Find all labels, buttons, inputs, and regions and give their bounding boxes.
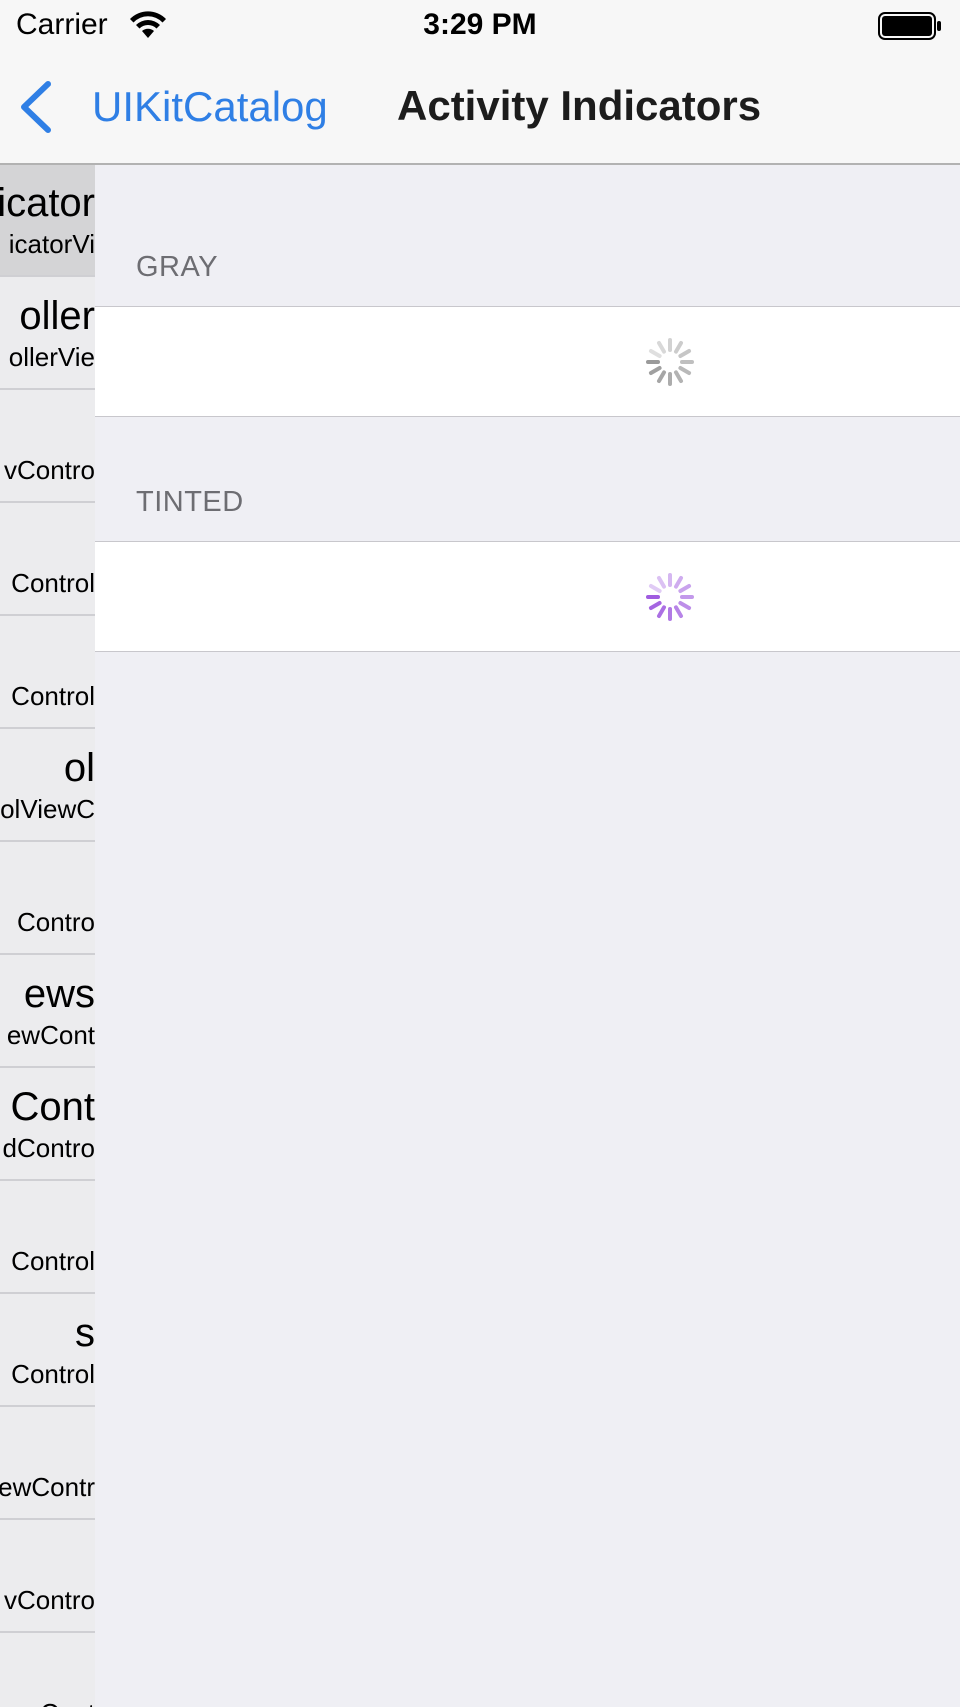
- sidebar-item[interactable]: Control: [0, 1182, 95, 1294]
- sidebar-item-subtitle: Control: [11, 1246, 95, 1276]
- sidebar-item-subtitle: icatorVi: [8, 229, 95, 259]
- spinner-spoke: [648, 601, 662, 610]
- sidebar-item[interactable]: vContro: [0, 391, 95, 503]
- navigation-bar: UIKitCatalog Activity Indicators: [0, 54, 960, 165]
- section-header-tinted: TINTED: [136, 486, 244, 518]
- sidebar-item-subtitle: vContro: [3, 1585, 95, 1615]
- sidebar-item-title: oller: [19, 294, 95, 338]
- spinner-spoke: [674, 370, 683, 384]
- battery-icon: [878, 12, 941, 40]
- tinted-indicator-cell: [95, 541, 960, 652]
- sidebar-item-subtitle: Contro: [16, 907, 95, 937]
- spinner-spoke: [678, 366, 692, 375]
- sidebar-item-subtitle: dContro: [2, 1133, 96, 1163]
- spinner-spoke: [678, 349, 692, 358]
- sidebar-item[interactable]: ewCont: [0, 1634, 95, 1707]
- activity-indicator-tinted-icon: [646, 573, 694, 621]
- sidebar-item[interactable]: Contro: [0, 843, 95, 955]
- back-button-label: UIKitCatalog: [92, 83, 328, 130]
- sidebar-item-title: icator: [0, 181, 95, 225]
- spinner-spoke: [674, 340, 683, 354]
- sidebar-item-subtitle: ollerVie: [8, 342, 95, 372]
- sidebar-item-subtitle: ewContr: [0, 1472, 95, 1502]
- spinner-spoke: [657, 370, 666, 384]
- sidebar-item[interactable]: ewContr: [0, 1408, 95, 1520]
- sidebar-item-subtitle: olViewC: [0, 794, 95, 824]
- sidebar-item-subtitle: Control: [11, 681, 95, 711]
- sidebar-item-activity-indicators[interactable]: icator icatorVi: [0, 165, 95, 277]
- spinner-spoke: [674, 605, 683, 619]
- sidebar-item-page-control[interactable]: ol olViewC: [0, 730, 95, 842]
- spinner-spoke: [657, 605, 666, 619]
- section-header-gray: GRAY: [136, 251, 219, 283]
- sidebar-item-title: ews: [23, 972, 95, 1016]
- sidebar-item-subtitle: ewCont: [7, 1698, 95, 1707]
- page-title: Activity Indicators: [397, 82, 762, 129]
- activity-indicator-gray-icon: [646, 338, 694, 386]
- back-button[interactable]: UIKitCatalog: [16, 72, 328, 142]
- sidebar-item-title: s: [75, 1311, 95, 1355]
- sidebar-item-picker-views[interactable]: ews ewCont: [0, 956, 95, 1068]
- sidebar-item-segmented-controls[interactable]: Cont dContro: [0, 1069, 95, 1181]
- spinner-spoke: [648, 366, 662, 375]
- sidebar-item-alert-controller[interactable]: oller ollerVie: [0, 278, 95, 390]
- sidebar-item-switches[interactable]: s Control: [0, 1295, 95, 1407]
- master-list: icator icatorVi oller ollerVie vContro C…: [0, 165, 95, 1707]
- spinner-spoke: [648, 584, 662, 593]
- sidebar-item-title: ol: [63, 746, 95, 790]
- sidebar-item-subtitle: Control: [11, 568, 95, 598]
- sidebar-item-subtitle: Control: [11, 1359, 95, 1389]
- spinner-spoke: [648, 349, 662, 358]
- spinner-spoke: [657, 340, 666, 354]
- spinner-spoke: [678, 601, 692, 610]
- sidebar-item[interactable]: Control: [0, 504, 95, 616]
- status-bar: Carrier 3:29 PM: [0, 0, 960, 54]
- chevron-left-icon: [21, 81, 51, 133]
- status-time: 3:29 PM: [423, 8, 537, 41]
- gray-indicator-cell: [95, 306, 960, 417]
- sidebar-item-title: Cont: [10, 1085, 96, 1129]
- sidebar-item-subtitle: ewCont: [6, 1020, 95, 1050]
- spinner-spoke: [678, 584, 692, 593]
- spinner-spoke: [657, 575, 666, 589]
- sidebar-item-subtitle: vContro: [3, 455, 95, 485]
- sidebar-item[interactable]: Control: [0, 617, 95, 729]
- sidebar-item[interactable]: vContro: [0, 1521, 95, 1633]
- spinner-spoke: [674, 575, 683, 589]
